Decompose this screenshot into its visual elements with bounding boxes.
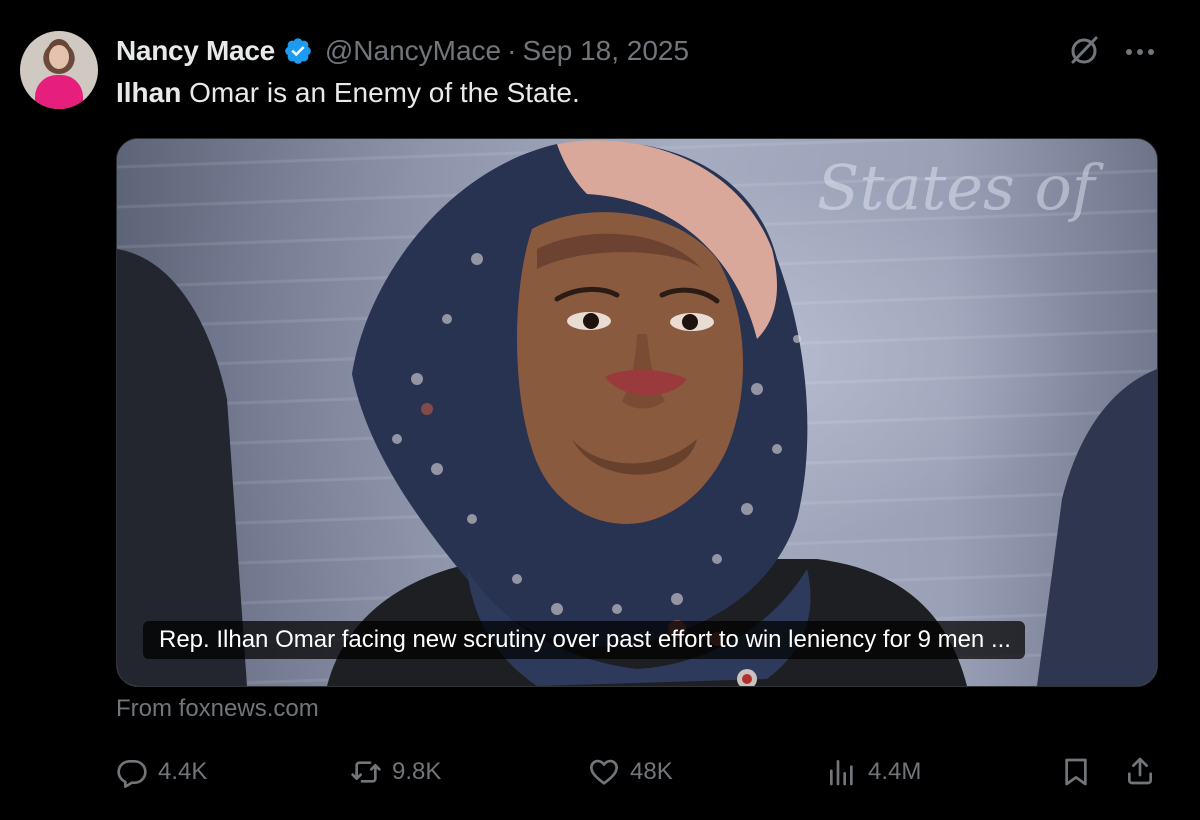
verified-badge-icon [285,38,311,64]
post-header: Nancy Mace @NancyMace · Sep 18, 2025 [116,31,689,71]
author-name[interactable]: Nancy Mace [116,35,275,67]
link-card[interactable]: States of Rep. Ilhan Omar facing new scr… [116,138,1158,687]
avatar-head [49,45,69,69]
avatar[interactable] [20,31,98,109]
reply-icon [117,760,147,788]
link-card-caption[interactable]: Rep. Ilhan Omar facing new scrutiny over… [143,621,1025,659]
post-text-bold: Ilhan [116,77,182,108]
post-text: Ilhan Omar is an Enemy of the State. [116,77,580,109]
bookmark-icon[interactable] [1060,756,1092,788]
post-date[interactable]: Sep 18, 2025 [522,35,689,67]
avatar-body [35,75,83,109]
views-count: 4.4M [868,758,922,785]
grok-icon[interactable] [1066,33,1102,69]
svg-text:States of: States of [817,151,1105,224]
more-icon[interactable] [1124,40,1156,64]
author-handle[interactable]: @NancyMace [325,35,501,67]
post[interactable]: Nancy Mace @NancyMace · Sep 18, 2025 Ilh… [0,0,1200,820]
like-icon [590,759,618,785]
reply-count: 4.4K [158,758,208,785]
repost-icon [351,761,381,783]
share-icon[interactable] [1124,754,1156,788]
post-text-rest: Omar is an Enemy of the State. [181,77,580,108]
views-icon [830,760,853,786]
views-button[interactable]: 4.4M [826,752,921,792]
reply-button[interactable]: 4.4K [116,752,207,792]
like-button[interactable]: 48K [588,752,673,792]
like-count: 48K [630,758,673,785]
separator-dot: · [507,35,517,66]
repost-count: 9.8K [392,758,442,785]
news-photo: States of [117,140,1157,686]
link-source[interactable]: From foxnews.com [116,695,319,723]
repost-button[interactable]: 9.8K [350,752,441,792]
